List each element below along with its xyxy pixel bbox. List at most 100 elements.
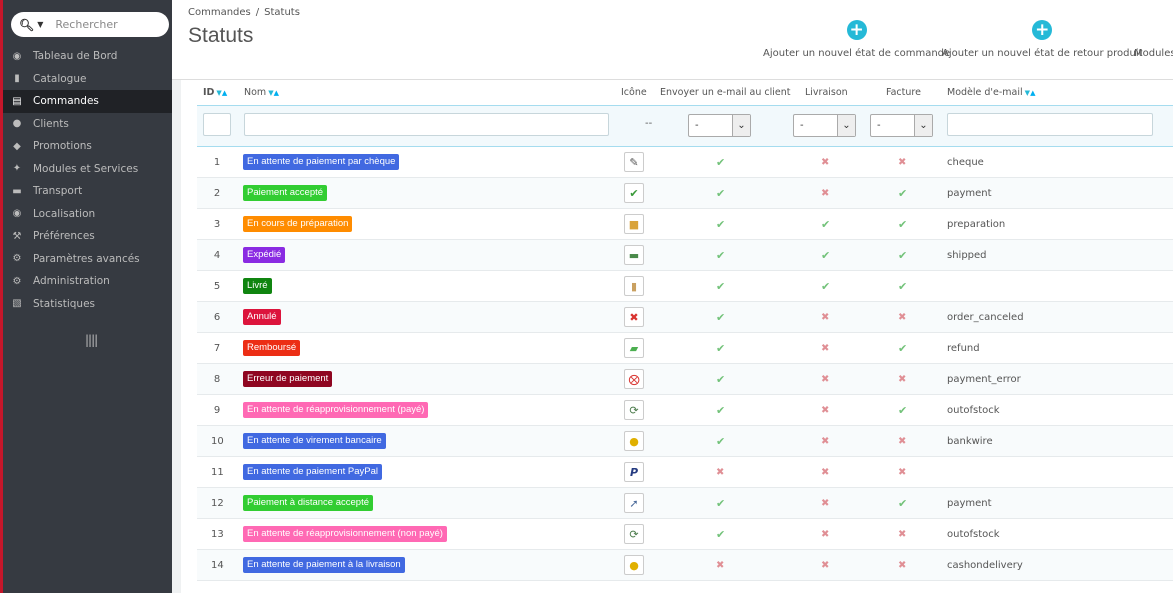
search-box[interactable]: 🔍︎ ▼ Rechercher: [11, 12, 169, 37]
table-row[interactable]: 4 Expédié ▬ ✔ ✔ ✔ shipped: [197, 240, 1173, 271]
table-row[interactable]: 1 En attente de paiement par chèque ✎ ✔ ✖ ✖ ch…: [197, 147, 1173, 178]
filter-email-select[interactable]: - ⌄: [688, 114, 751, 137]
table-row[interactable]: 13 En attente de réapprovisionnement (non…: [197, 519, 1173, 550]
cross-icon[interactable]: ✖: [821, 188, 829, 199]
table-row[interactable]: 5 Livré ▮ ✔ ✔ ✔: [197, 271, 1173, 302]
cross-icon[interactable]: ✖: [821, 560, 829, 571]
table-row[interactable]: 11 En attente de paiement PayPal P ✖ ✖ ✖: [197, 457, 1173, 488]
check-icon[interactable]: ✔: [716, 497, 725, 510]
cross-icon[interactable]: ✖: [898, 374, 906, 385]
check-icon[interactable]: ✔: [898, 280, 907, 293]
table-row[interactable]: 2 Paiement accepté ✔ ✔ ✖ ✔ payment: [197, 178, 1173, 209]
filter-delivery-select[interactable]: - ⌄: [793, 114, 856, 137]
cross-icon[interactable]: ✖: [898, 467, 906, 478]
cross-icon[interactable]: ✖: [821, 467, 829, 478]
filter-template-input[interactable]: [947, 113, 1153, 136]
check-icon[interactable]: ✔: [716, 342, 725, 355]
page-title: Statuts: [188, 24, 254, 47]
email-template: bankwire: [947, 435, 993, 447]
sort-icon[interactable]: ▼▲: [216, 89, 227, 97]
check-icon[interactable]: ✔: [716, 218, 725, 231]
table-row[interactable]: 14 En attente de paiement à la livraison ●…: [197, 550, 1173, 581]
check-icon[interactable]: ✔: [898, 218, 907, 231]
table-row[interactable]: 12 Paiement à distance accepté ➚ ✔ ✖ ✔ payment: [197, 488, 1173, 519]
sidebar-item-promotions[interactable]: ◆ Promotions: [3, 135, 172, 158]
sort-icon[interactable]: ▼▲: [1025, 89, 1036, 97]
cross-icon[interactable]: ✖: [716, 560, 724, 571]
check-icon[interactable]: ✔: [898, 404, 907, 417]
sidebar-item-statistiques[interactable]: ▧ Statistiques: [3, 293, 172, 316]
sidebar-item-paramètres-avancés[interactable]: ⚙ Paramètres avancés: [3, 248, 172, 271]
modules-button[interactable]: Modules: [1134, 48, 1173, 59]
sidebar-item-localisation[interactable]: ◉ Localisation: [3, 203, 172, 226]
check-icon[interactable]: ✔: [716, 373, 725, 386]
check-icon[interactable]: ✔: [716, 311, 725, 324]
sidebar-item-catalogue[interactable]: ▮ Catalogue: [3, 68, 172, 91]
email-template: refund: [947, 342, 980, 354]
col-template-header[interactable]: Modèle d'e-mail ▼▲: [947, 87, 1035, 98]
filter-invoice-select[interactable]: - ⌄: [870, 114, 933, 137]
search-input[interactable]: Rechercher: [55, 18, 117, 31]
cross-icon[interactable]: ✖: [898, 560, 906, 571]
breadcrumb-parent[interactable]: Commandes: [188, 7, 251, 18]
table-row[interactable]: 9 En attente de réapprovisionnement (payé…: [197, 395, 1173, 426]
add-return-state-button[interactable]: + Ajouter un nouvel état de retour produ…: [942, 20, 1143, 59]
table-row[interactable]: 8 Erreur de paiement ⨂ ✔ ✖ ✖ payment_error: [197, 364, 1173, 395]
add-order-state-button[interactable]: + Ajouter un nouvel état de commande: [763, 20, 950, 59]
cross-icon[interactable]: ✖: [821, 157, 829, 168]
cross-icon[interactable]: ✖: [821, 498, 829, 509]
sidebar-item-label: Tableau de Bord: [33, 50, 118, 63]
sidebar-item-label: Commandes: [33, 95, 99, 108]
col-id-header[interactable]: ID ▼▲: [203, 87, 227, 98]
cross-icon[interactable]: ✖: [898, 157, 906, 168]
check-icon[interactable]: ✔: [716, 435, 725, 448]
check-icon[interactable]: ✔: [898, 249, 907, 262]
filter-id-input[interactable]: [203, 113, 231, 136]
check-icon[interactable]: ✔: [716, 187, 725, 200]
sidebar-item-préférences[interactable]: ⚒ Préférences: [3, 225, 172, 248]
row-id: 9: [213, 404, 221, 416]
chevron-down-icon[interactable]: ▼: [37, 20, 43, 29]
status-badge: Annulé: [243, 309, 281, 325]
filter-name-input[interactable]: [244, 113, 609, 136]
truck-icon: ▬: [624, 245, 644, 265]
check-icon[interactable]: ✔: [716, 404, 725, 417]
table-row[interactable]: 3 En cours de préparation ■ ✔ ✔ ✔ preparation: [197, 209, 1173, 240]
sidebar-item-transport[interactable]: ▬ Transport: [3, 180, 172, 203]
col-name-label: Nom: [244, 87, 267, 98]
check-icon[interactable]: ✔: [716, 528, 725, 541]
check-icon[interactable]: ✔: [716, 280, 725, 293]
cross-icon[interactable]: ✖: [898, 529, 906, 540]
sidebar-item-modules-et-services[interactable]: ✦ Modules et Services: [3, 158, 172, 181]
cross-icon[interactable]: ✖: [821, 436, 829, 447]
cross-icon[interactable]: ✖: [821, 343, 829, 354]
cross-icon[interactable]: ✖: [898, 312, 906, 323]
cross-icon[interactable]: ✖: [898, 436, 906, 447]
search-icon[interactable]: 🔍︎: [19, 18, 34, 32]
col-name-header[interactable]: Nom ▼▲: [244, 87, 279, 98]
cross-icon[interactable]: ✖: [821, 374, 829, 385]
check-icon[interactable]: ✔: [898, 187, 907, 200]
cross-icon[interactable]: ✖: [821, 529, 829, 540]
cross-icon[interactable]: ✖: [821, 405, 829, 416]
table-row[interactable]: 7 Remboursé ▰ ✔ ✖ ✔ refund: [197, 333, 1173, 364]
table-row[interactable]: 10 En attente de virement bancaire ● ✔ ✖ ✖ ban…: [197, 426, 1173, 457]
sidebar-item-label: Localisation: [33, 207, 96, 220]
cross-icon[interactable]: ✖: [716, 467, 724, 478]
check-icon[interactable]: ✔: [821, 249, 830, 262]
sidebar-item-administration[interactable]: ⚙ Administration: [3, 270, 172, 293]
check-icon[interactable]: ✔: [898, 342, 907, 355]
check-icon[interactable]: ✔: [716, 156, 725, 169]
cross-icon[interactable]: ✖: [821, 312, 829, 323]
check-icon[interactable]: ✔: [898, 497, 907, 510]
check-icon[interactable]: ✔: [716, 249, 725, 262]
sidebar-item-commandes[interactable]: ▤ Commandes: [3, 90, 172, 113]
check-icon[interactable]: ✔: [821, 218, 830, 231]
sidebar-item-tableau-de-bord[interactable]: ◉ Tableau de Bord: [3, 45, 172, 68]
check-icon[interactable]: ✔: [821, 280, 830, 293]
table-row[interactable]: 6 Annulé ✖ ✔ ✖ ✖ order_canceled: [197, 302, 1173, 333]
users-icon: ●: [12, 118, 22, 130]
sidebar-item-clients[interactable]: ● Clients: [3, 113, 172, 136]
sort-icon[interactable]: ▼▲: [268, 89, 279, 97]
collapse-sidebar-icon[interactable]: ||||: [85, 333, 98, 347]
